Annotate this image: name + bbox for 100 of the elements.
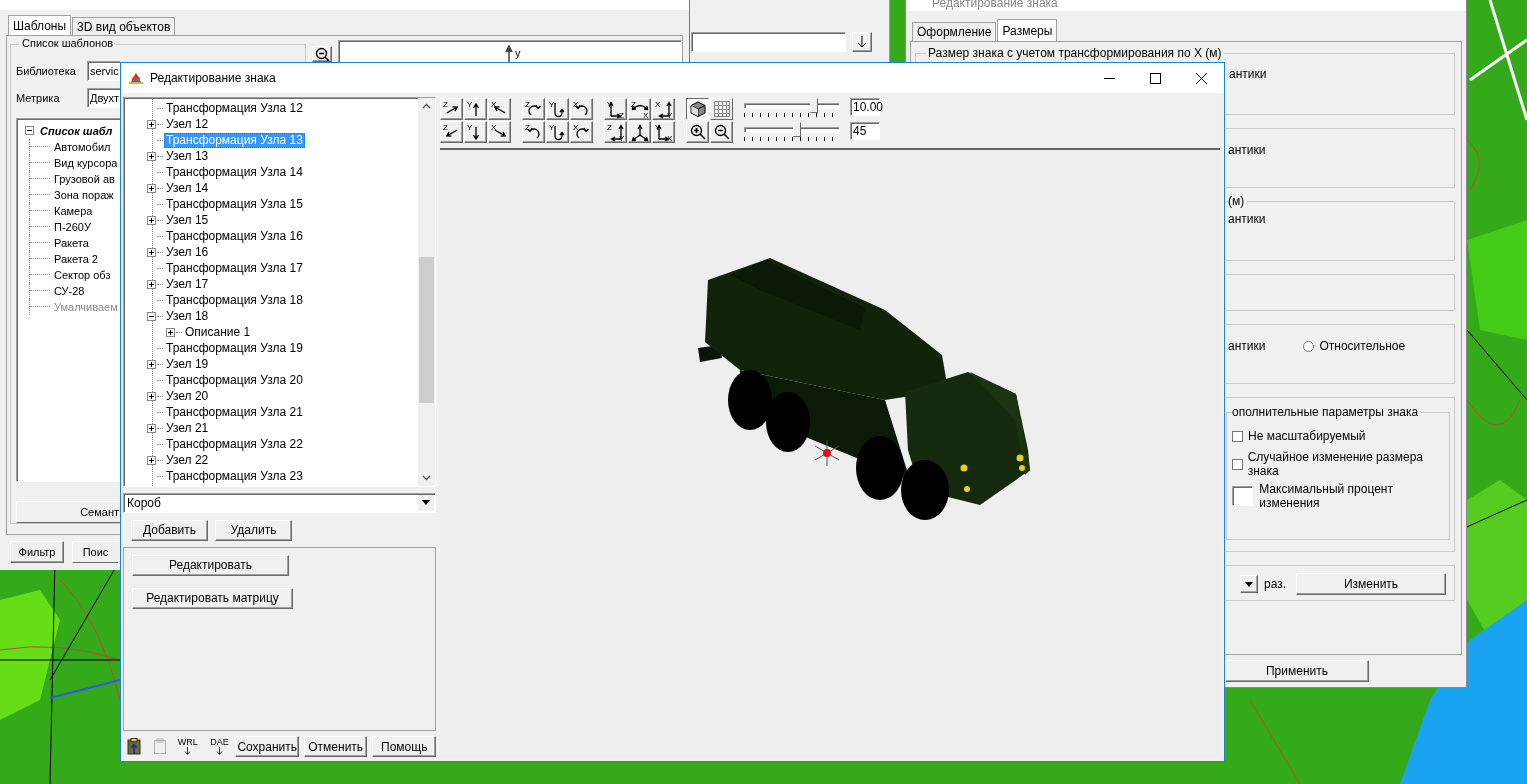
text-field[interactable] xyxy=(691,32,846,52)
tree-item[interactable]: Узел 18 xyxy=(164,308,211,324)
expand-toggle[interactable] xyxy=(147,423,156,433)
expand-toggle[interactable] xyxy=(147,359,156,369)
tab[interactable]: Шаблоны xyxy=(8,15,72,35)
slider[interactable] xyxy=(744,98,840,113)
export-button[interactable]: WRL xyxy=(176,738,199,755)
library-combo[interactable]: servic xyxy=(87,60,120,81)
view-tool-button[interactable]: Z xyxy=(440,98,463,120)
checkbox-option[interactable]: Случайное изменение размера знака xyxy=(1232,453,1449,475)
tree-item[interactable]: Список шабл xyxy=(40,124,113,137)
tree-item[interactable]: Зона пораж xyxy=(54,188,114,201)
view-tool-button[interactable] xyxy=(628,121,651,143)
tree-item[interactable]: Узел 12 xyxy=(164,116,211,132)
zoom-out-button[interactable] xyxy=(710,121,733,143)
slider-thumb[interactable] xyxy=(810,98,819,113)
zoom-out-button[interactable] xyxy=(312,46,332,62)
tree-item[interactable]: Камера xyxy=(54,204,93,217)
tree-item[interactable]: Трансформация Узла 17 xyxy=(164,260,305,276)
view-tool-button[interactable]: Z xyxy=(522,121,545,143)
tree-item[interactable]: Трансформация Узла 18 xyxy=(164,292,305,308)
apply-button[interactable]: Применить xyxy=(1225,660,1369,682)
slider[interactable] xyxy=(744,122,840,137)
radio-option[interactable]: Относительное xyxy=(1303,339,1406,353)
expand-toggle[interactable] xyxy=(147,247,156,257)
tab[interactable]: 3D вид объектов xyxy=(72,17,176,35)
expand-toggle[interactable] xyxy=(147,215,156,225)
clipboard-icon[interactable] xyxy=(152,738,167,755)
view-tool-button[interactable]: X Y xyxy=(652,98,675,120)
tree-item[interactable]: Трансформация Узла 23 xyxy=(164,468,305,484)
tree-item[interactable]: Трансформация Узла 19 xyxy=(164,340,305,356)
add-button[interactable]: Добавить xyxy=(131,519,208,541)
checkbox-option[interactable]: Не масштабируемый xyxy=(1232,425,1449,447)
tree-item[interactable]: Описание 1 xyxy=(183,324,253,340)
change-button[interactable]: Изменить xyxy=(1296,573,1447,595)
dropdown-button[interactable] xyxy=(1240,575,1258,593)
tree-item[interactable]: Трансформация Узла 16 xyxy=(164,228,305,244)
view-tool-button[interactable]: X xyxy=(488,98,511,120)
delete-button[interactable]: Удалить xyxy=(215,519,292,541)
panel-button[interactable]: Фильтр xyxy=(10,541,64,563)
view-tool-button[interactable]: Z Y xyxy=(604,121,627,143)
solid-view-button[interactable] xyxy=(686,98,709,120)
tree-item[interactable]: Вид курсора xyxy=(54,156,118,169)
footer-button[interactable]: Отменить xyxy=(303,736,368,757)
clipboard-icon[interactable] xyxy=(127,738,141,755)
expand-toggle[interactable] xyxy=(166,327,175,337)
view-tool-button[interactable]: X xyxy=(488,121,511,143)
expand-toggle[interactable] xyxy=(147,151,156,161)
footer-button[interactable]: Сохранить xyxy=(235,736,299,757)
tree-item[interactable]: Трансформация Узла 22 xyxy=(164,436,305,452)
view-tool-button[interactable]: Y xyxy=(546,98,569,120)
element-type-combo[interactable]: Короб xyxy=(123,493,436,513)
expand-toggle[interactable] xyxy=(147,455,156,465)
down-arrow-button[interactable] xyxy=(852,32,872,52)
scrollbar[interactable] xyxy=(418,98,435,486)
expand-toggle[interactable] xyxy=(147,391,156,401)
tab[interactable]: Размеры xyxy=(997,19,1058,41)
expand-toggle[interactable] xyxy=(147,311,156,321)
tree-item[interactable]: Узел 21 xyxy=(164,420,211,436)
tree-item[interactable]: Узел 22 xyxy=(164,452,211,468)
export-button[interactable]: DAE xyxy=(208,738,231,755)
tree-item[interactable]: Трансформация Узла 21 xyxy=(164,404,305,420)
view-tool-button[interactable]: Y xyxy=(464,121,487,143)
expand-toggle[interactable] xyxy=(147,183,156,193)
view-tool-button[interactable]: Y xyxy=(546,121,569,143)
edit-matrix-button[interactable]: Редактировать матрицу xyxy=(132,587,293,609)
tree-item[interactable]: Узел 15 xyxy=(164,212,211,228)
tree-item[interactable]: Трансформация Узла 20 xyxy=(164,372,305,388)
tree-item[interactable]: Сектор обз xyxy=(54,268,111,281)
tree-item[interactable]: Ракета 2 xyxy=(54,252,98,265)
view-tool-button[interactable]: X xyxy=(570,98,593,120)
zoom-in-button[interactable] xyxy=(686,121,709,143)
panel-button[interactable]: Поис xyxy=(72,541,118,563)
tree-item[interactable]: Узел 13 xyxy=(164,148,211,164)
tree-item[interactable]: Грузовой ав xyxy=(54,172,115,185)
tree-item[interactable]: Автомобил xyxy=(54,140,111,153)
footer-button[interactable]: Помощь xyxy=(372,736,436,757)
value-field[interactable]: 45 xyxy=(850,122,880,140)
tree-item[interactable]: Трансформация Узла 15 xyxy=(164,196,305,212)
view-tool-button[interactable]: Z X xyxy=(628,98,651,120)
percent-field[interactable] xyxy=(1232,486,1254,506)
view-tool-button[interactable]: Z xyxy=(522,98,545,120)
tree-item[interactable]: Узел 16 xyxy=(164,244,211,260)
tree-item[interactable]: Ракета xyxy=(54,236,89,249)
tree-item[interactable]: Узел 19 xyxy=(164,356,211,372)
tab[interactable]: Оформление xyxy=(912,22,997,41)
tree-item[interactable]: Трансформация Узла 14 xyxy=(164,164,305,180)
tree-item[interactable]: Трансформация Узла 12 xyxy=(164,100,305,116)
view-tool-button[interactable]: Z xyxy=(440,121,463,143)
edit-button[interactable]: Редактировать xyxy=(132,554,289,576)
view-tool-button[interactable]: X xyxy=(570,121,593,143)
slider-thumb[interactable] xyxy=(792,122,801,137)
grid-view-button[interactable] xyxy=(710,98,733,120)
tree-item[interactable]: СУ-28 xyxy=(54,284,85,297)
expand-toggle[interactable] xyxy=(147,119,156,129)
semantics-button[interactable]: Семант xyxy=(16,501,120,523)
tree-item[interactable]: Узел 20 xyxy=(164,388,211,404)
tree-item[interactable]: Узел 14 xyxy=(164,180,211,196)
view-tool-button[interactable]: Y xyxy=(464,98,487,120)
expand-toggle[interactable] xyxy=(25,126,34,136)
